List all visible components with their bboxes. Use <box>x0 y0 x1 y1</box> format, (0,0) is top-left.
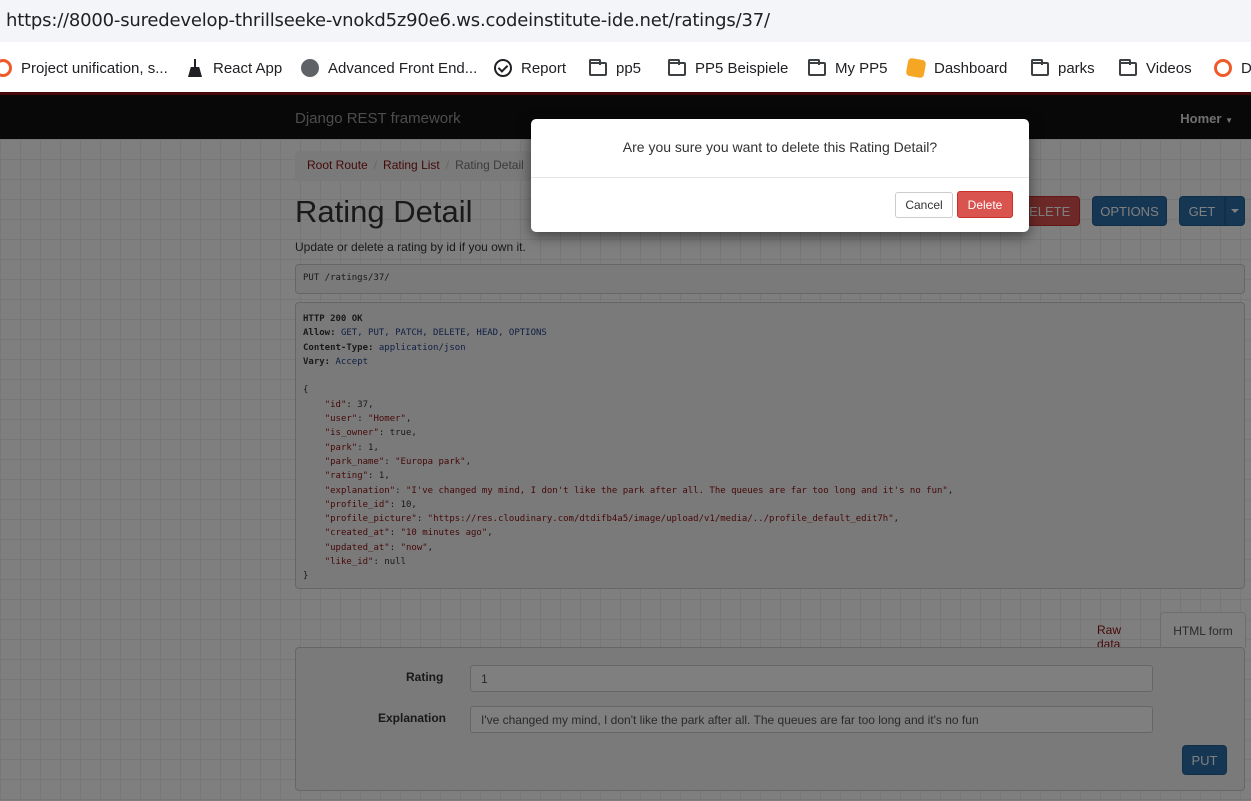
bookmark-label: My PP5 <box>835 59 888 77</box>
bookmark-label: PP5 Beispiele <box>695 59 789 77</box>
bookmark-label: pp5 <box>616 59 642 77</box>
dialog-divider <box>531 177 1029 178</box>
broom-icon <box>186 59 204 77</box>
cancel-button[interactable]: Cancel <box>895 192 953 218</box>
bookmark-label: D <box>1241 59 1251 77</box>
address-bar[interactable]: https://8000-suredevelop-thrillseeke-vno… <box>0 0 1251 42</box>
globe-icon <box>301 59 319 77</box>
folder-icon <box>668 59 686 76</box>
bookmark-label: parks <box>1058 59 1095 77</box>
bookmark-pp5-beispiele[interactable]: PP5 Beispiele <box>668 58 788 78</box>
bookmark-react-app[interactable]: React App <box>186 58 282 78</box>
delete-confirm-dialog: Are you sure you want to delete this Rat… <box>531 119 1029 232</box>
bookmark-my-pp5[interactable]: My PP5 <box>808 58 888 78</box>
bookmark-report[interactable]: Report <box>494 58 566 78</box>
folder-icon <box>808 59 826 76</box>
bookmark-advanced-front-end[interactable]: Advanced Front End... <box>301 58 477 78</box>
bookmark-d[interactable]: D <box>1214 58 1251 78</box>
confirm-delete-button[interactable]: Delete <box>957 191 1013 218</box>
bookmark-label: Report <box>521 59 567 77</box>
folder-icon <box>1119 59 1137 76</box>
bookmark-dashboard[interactable]: Dashboard <box>905 57 1008 79</box>
ring-icon <box>0 59 12 77</box>
check-circle-icon <box>494 59 512 77</box>
folder-icon <box>589 59 607 76</box>
bookmark-label: React App <box>213 59 283 77</box>
bookmark-videos[interactable]: Videos <box>1119 58 1192 78</box>
bookmark-label: Project unification, s... <box>21 59 168 77</box>
g-logo-icon <box>905 57 927 79</box>
bookmark-label: Advanced Front End... <box>328 59 478 77</box>
dialog-message: Are you sure you want to delete this Rat… <box>622 139 938 155</box>
bookmark-pp5[interactable]: pp5 <box>589 58 641 78</box>
bookmark-project-unification[interactable]: Project unification, s... <box>0 58 168 78</box>
ring-icon <box>1214 59 1232 77</box>
bookmarks-bar: Project unification, s... React App Adva… <box>0 42 1251 92</box>
bookmark-label: Videos <box>1146 59 1192 77</box>
folder-icon <box>1031 59 1049 76</box>
url-text[interactable]: https://8000-suredevelop-thrillseeke-vno… <box>6 10 770 31</box>
bookmark-label: Dashboard <box>934 59 1008 77</box>
bookmark-parks[interactable]: parks <box>1031 58 1095 78</box>
